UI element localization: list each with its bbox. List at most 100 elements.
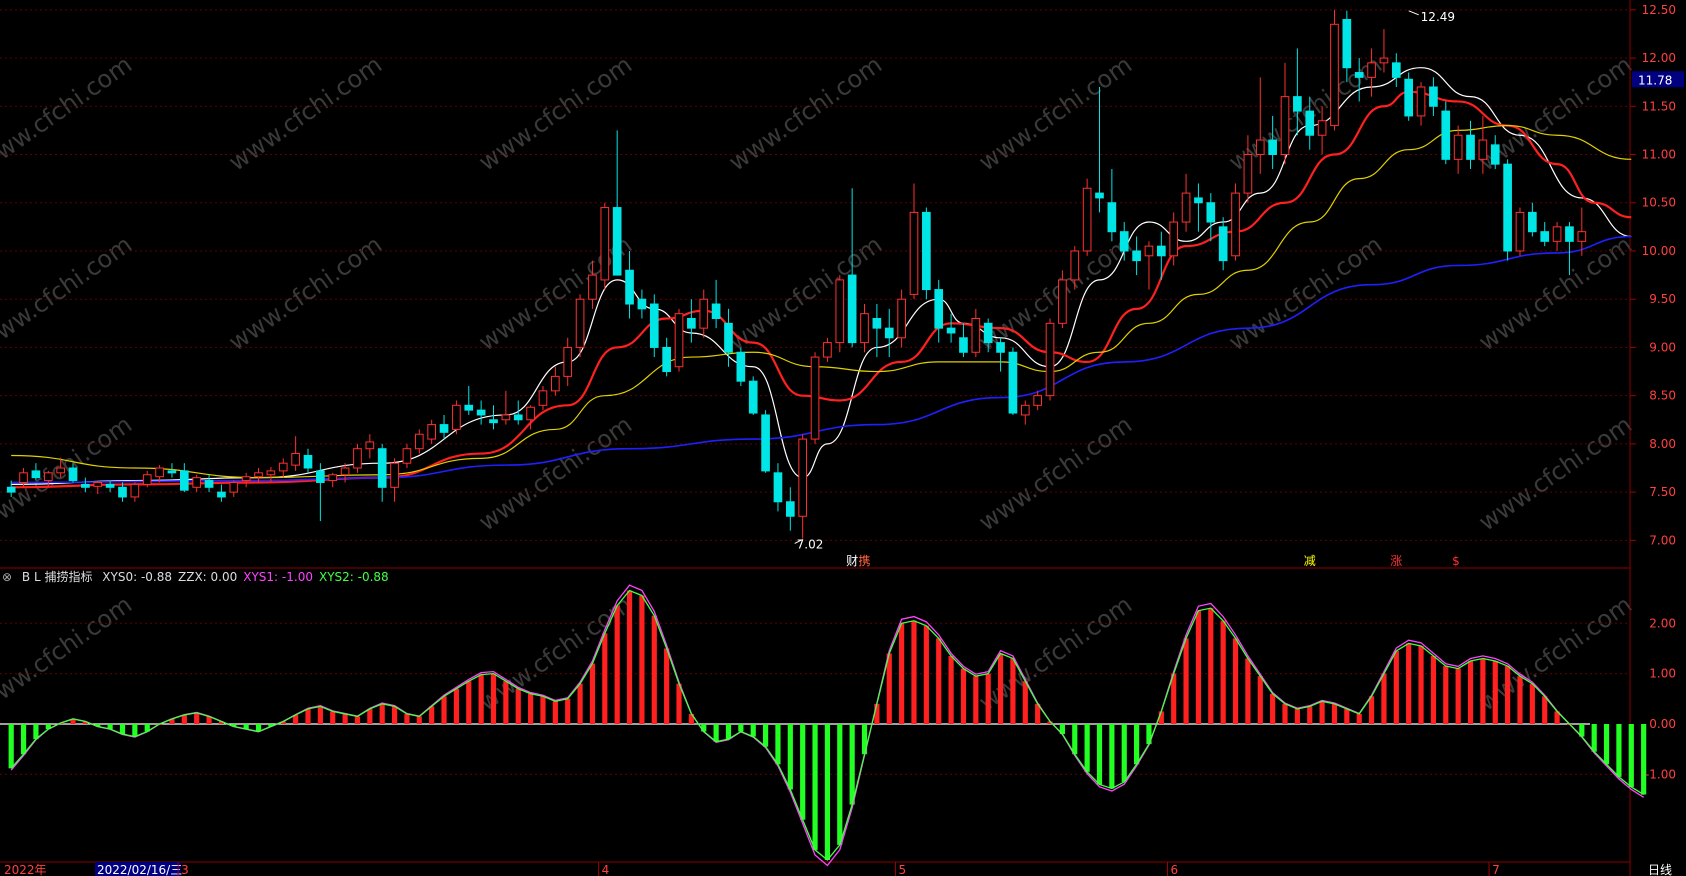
candle-body: [43, 472, 53, 482]
candle-body: [1317, 120, 1327, 136]
indicator-bar: [985, 673, 991, 724]
candle-body: [1008, 351, 1018, 414]
candle-body: [971, 317, 981, 353]
candle-body: [736, 351, 746, 382]
indicator-bar: [626, 590, 633, 724]
candle-body: [674, 313, 684, 368]
candle-body: [1156, 245, 1166, 257]
price-tick-label: 11.50: [1642, 99, 1676, 113]
indicator-bar: [132, 724, 138, 737]
candle-body: [464, 404, 474, 411]
indicator-tick-label: 0.00: [1649, 717, 1676, 731]
indicator-tick-label: -1.00: [1645, 767, 1676, 781]
candle-body: [1280, 96, 1290, 156]
candle-body: [798, 438, 808, 517]
candle-body: [1293, 96, 1302, 112]
indicator-bar: [824, 724, 831, 860]
indicator-bar: [1628, 724, 1634, 787]
indicator-bar: [1084, 724, 1090, 772]
candle-body: [340, 467, 350, 476]
candle-body: [687, 317, 696, 329]
candle-body: [414, 433, 424, 450]
indicator-bar: [800, 724, 806, 820]
candle-body: [785, 501, 795, 517]
candle-body: [1515, 211, 1525, 252]
candle-body: [1503, 163, 1512, 252]
indicator-name[interactable]: B L 捕捞指标: [22, 570, 93, 584]
candle-body: [452, 404, 461, 430]
candle-body: [1466, 134, 1475, 160]
indicator-bar: [8, 724, 14, 769]
candle-body: [365, 441, 375, 450]
legend-item: ZZX: 0.00: [178, 570, 238, 584]
indicator-tick-label: 2.00: [1649, 616, 1676, 630]
indicator-bar: [1467, 661, 1474, 724]
candle-body: [1243, 154, 1253, 194]
indicator-bar: [552, 701, 558, 724]
candle-body: [563, 346, 573, 377]
candle-body: [1095, 192, 1104, 199]
indicator-bar: [1443, 666, 1449, 724]
candle-body: [1268, 139, 1277, 156]
legend-item: XYS1: -1.00: [243, 570, 313, 584]
indicator-bar: [1430, 656, 1437, 724]
indicator-bar: [515, 688, 521, 724]
indicator-bar: [787, 724, 793, 790]
price-tick-label: 9.00: [1649, 340, 1676, 354]
price-tick-label: 7.50: [1649, 485, 1676, 499]
indicator-bars: [8, 584, 1647, 867]
indicator-bar: [651, 615, 657, 724]
indicator-bar: [429, 706, 435, 724]
candle-body: [835, 279, 845, 344]
candle-body: [551, 375, 560, 392]
candle-body: [192, 477, 202, 488]
candle-body: [934, 289, 944, 329]
indicator-bar: [1010, 658, 1016, 724]
candle-body: [1082, 187, 1092, 252]
indicator-bar: [1616, 724, 1622, 777]
candle-body: [1577, 231, 1587, 242]
event-marker: 财: [846, 554, 858, 568]
watermark-text: www.cfchi.com: [224, 50, 387, 176]
candle-body: [996, 342, 1005, 353]
candle-body: [1144, 245, 1154, 257]
indicator-toggle[interactable]: ⊗: [2, 570, 12, 584]
candle-body: [1194, 197, 1203, 204]
indicator-bar: [20, 724, 27, 755]
indicator-bar: [936, 638, 942, 724]
indicator-bar: [639, 595, 645, 724]
watermark-text: www.cfchi.com: [1474, 590, 1637, 716]
candle-body: [278, 462, 288, 472]
candle-body: [1367, 62, 1376, 78]
indicator-bar: [528, 693, 534, 724]
candle-body: [1206, 202, 1216, 223]
candle-body: [427, 424, 437, 440]
indicator-bar: [119, 724, 126, 735]
candle-body: [773, 472, 783, 503]
indicator-bar: [391, 706, 398, 724]
candle-body: [847, 274, 857, 344]
candle-body: [155, 467, 164, 478]
indicator-bar: [466, 681, 472, 724]
candle-body: [6, 486, 16, 493]
watermark-text: www.cfchi.com: [974, 410, 1137, 536]
candle-body: [860, 313, 869, 344]
candle-body: [1391, 62, 1401, 78]
candle-body: [390, 462, 399, 488]
candle-body: [19, 472, 28, 483]
legend-item: XYS0: -0.88: [102, 570, 172, 584]
indicator-bar: [1208, 608, 1214, 724]
candle-body: [1528, 211, 1537, 233]
candle-body: [1416, 86, 1426, 117]
indicator-bar: [664, 648, 670, 724]
candle-body: [724, 322, 733, 353]
indicator-bar: [194, 712, 200, 724]
candle-body: [353, 448, 362, 469]
candle-body: [217, 491, 226, 498]
candle-body: [439, 424, 449, 433]
candle-body: [1058, 279, 1067, 324]
price-tick-label: 10.50: [1642, 196, 1676, 210]
indicator-bar: [1418, 645, 1424, 724]
high-label: 12.49: [1421, 10, 1455, 24]
cursor-date-label: 2022/02/16/三: [97, 863, 182, 876]
